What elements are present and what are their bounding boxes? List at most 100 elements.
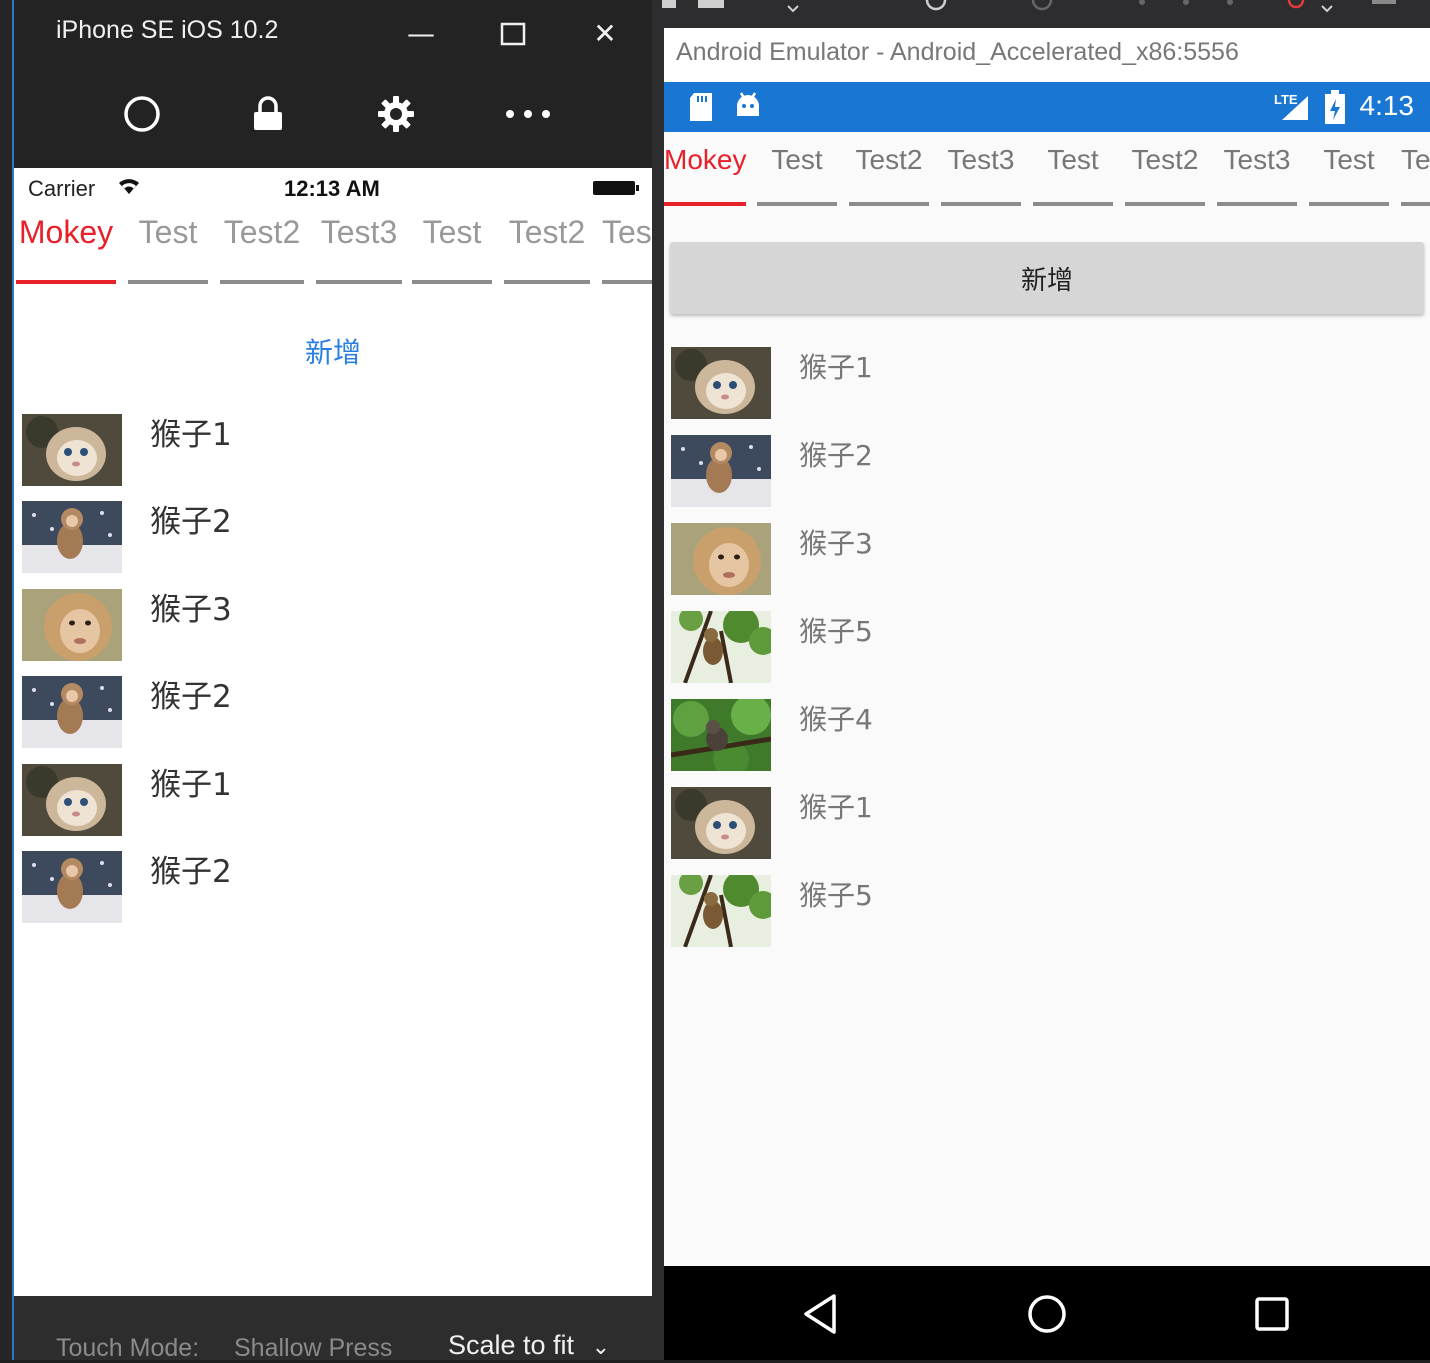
- tab-test3[interactable]: Test3: [316, 214, 402, 284]
- tab-label: Test: [771, 144, 823, 175]
- ios-titlebar: iPhone SE iOS 10.2 — ✕: [14, 0, 652, 168]
- window-gap: [652, 0, 664, 1360]
- tab-test[interactable]: Test: [412, 214, 492, 284]
- list-item[interactable]: 猴子2: [22, 676, 642, 748]
- item-label: 猴子1: [799, 351, 873, 384]
- lock-icon[interactable]: [244, 90, 292, 138]
- item-label: 猴子2: [150, 679, 232, 715]
- list-item[interactable]: 猴子1: [22, 764, 642, 836]
- list-item[interactable]: 猴子2: [22, 501, 642, 573]
- tab-indicator: [16, 280, 116, 284]
- monkey-5-image: [671, 875, 771, 947]
- item-label: 猴子2: [799, 439, 873, 472]
- list-item[interactable]: 猴子5: [671, 875, 1421, 947]
- tab-test[interactable]: Test: [1033, 132, 1113, 208]
- android-titlebar: Android Emulator - Android_Accelerated_x…: [664, 28, 1430, 82]
- tab-label: Test2: [223, 214, 301, 250]
- tab-mokey[interactable]: Mokey: [16, 214, 116, 284]
- item-label: 猴子3: [799, 527, 873, 560]
- tab-label: Te: [1401, 144, 1430, 175]
- tab-te[interactable]: Te: [1401, 132, 1430, 208]
- item-label: 猴子3: [150, 592, 232, 628]
- tab-test3[interactable]: Test3: [1217, 132, 1297, 208]
- monkey-3-image: [671, 523, 771, 595]
- list-item[interactable]: 猴子1: [671, 787, 1421, 859]
- back-icon[interactable]: [800, 1292, 844, 1336]
- item-label: 猴子1: [150, 767, 232, 803]
- monkey-1-image: [671, 347, 771, 419]
- add-button[interactable]: 新增: [14, 328, 652, 374]
- item-label: 猴子2: [150, 854, 232, 890]
- list-item[interactable]: 猴子1: [22, 414, 642, 486]
- tab-tes[interactable]: Tes: [602, 214, 652, 284]
- maximize-button[interactable]: [490, 12, 536, 56]
- tab-test2[interactable]: Test2: [1125, 132, 1205, 208]
- recents-icon[interactable]: [1250, 1292, 1294, 1336]
- home-icon[interactable]: [118, 90, 166, 138]
- maximize-icon: [500, 22, 526, 46]
- tab-label: Mokey: [18, 214, 114, 250]
- tab-indicator: [1125, 202, 1205, 206]
- android-window-title: Android Emulator - Android_Accelerated_x…: [676, 38, 1239, 66]
- tab-label: Test: [1047, 144, 1099, 175]
- scale-select[interactable]: Scale to fit ⌄: [448, 1330, 610, 1361]
- tab-label: Test: [1323, 144, 1375, 175]
- android-navbar: [664, 1266, 1430, 1360]
- monkey-1-image: [22, 764, 122, 836]
- tab-test2[interactable]: Test2: [504, 214, 590, 284]
- ios-statusbar: Carrier 12:13 AM: [14, 168, 652, 208]
- scale-label: Scale to fit: [448, 1330, 575, 1360]
- monkey-4-image: [671, 699, 771, 771]
- tab-label: Test: [138, 214, 198, 250]
- monkey-5-image: [671, 611, 771, 683]
- ios-tab-strip: Mokey Test Test2 Test3 Test Test2 Tes: [14, 214, 652, 284]
- status-time: 4:13: [1359, 90, 1415, 121]
- tab-indicator: [941, 202, 1021, 206]
- list-item[interactable]: 猴子5: [671, 611, 1421, 683]
- tab-mokey[interactable]: Mokey: [664, 132, 746, 208]
- tab-indicator: [602, 280, 652, 284]
- signal-icon: [1282, 96, 1308, 120]
- add-button[interactable]: 新增: [670, 242, 1424, 314]
- tab-test3[interactable]: Test3: [941, 132, 1021, 208]
- tab-indicator: [128, 280, 208, 284]
- list-item[interactable]: 猴子4: [671, 699, 1421, 771]
- status-time: 12:13 AM: [284, 176, 380, 201]
- tab-indicator: [1033, 202, 1113, 206]
- tab-test[interactable]: Test: [128, 214, 208, 284]
- tab-test2[interactable]: Test2: [220, 214, 304, 284]
- touch-mode-select[interactable]: Shallow Press: [234, 1334, 392, 1363]
- item-label: 猴子2: [150, 504, 232, 540]
- tab-label: Test3: [320, 214, 398, 250]
- list-item[interactable]: 猴子1: [671, 347, 1421, 419]
- battery-charging-icon: [1325, 90, 1345, 124]
- battery-icon: [593, 181, 639, 195]
- tab-indicator: [220, 280, 304, 284]
- tab-indicator: [504, 280, 590, 284]
- tab-test2[interactable]: Test2: [849, 132, 929, 208]
- close-button[interactable]: ✕: [582, 12, 628, 56]
- minimize-button[interactable]: —: [398, 12, 444, 56]
- more-icon[interactable]: [500, 90, 550, 138]
- tab-indicator: [412, 280, 492, 284]
- list-item[interactable]: 猴子2: [671, 435, 1421, 507]
- android-statusbar: LTE 4:13: [664, 82, 1430, 132]
- tab-test[interactable]: Test: [1309, 132, 1389, 208]
- item-label: 猴子1: [799, 791, 873, 824]
- monkey-1-image: [22, 414, 122, 486]
- settings-icon[interactable]: [372, 90, 420, 138]
- tab-indicator: [1217, 202, 1297, 206]
- list-item[interactable]: 猴子3: [671, 523, 1421, 595]
- tab-label: Test3: [1223, 144, 1291, 175]
- tab-label: Test2: [1131, 144, 1199, 175]
- tab-test[interactable]: Test: [757, 132, 837, 208]
- tab-label: Mokey: [664, 144, 747, 175]
- monkey-2-image: [22, 676, 122, 748]
- monkey-2-image: [671, 435, 771, 507]
- list-item[interactable]: 猴子2: [22, 851, 642, 923]
- tab-label: Test3: [947, 144, 1015, 175]
- monkey-2-image: [22, 851, 122, 923]
- home-icon[interactable]: [1025, 1292, 1069, 1336]
- wifi-icon: [119, 179, 139, 194]
- list-item[interactable]: 猴子3: [22, 589, 642, 661]
